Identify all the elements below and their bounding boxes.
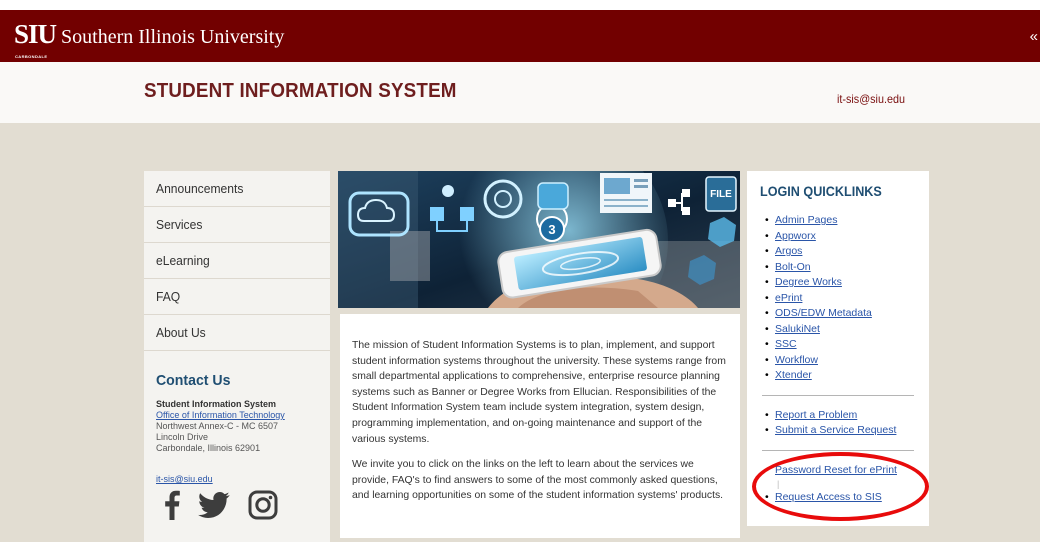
instagram-icon[interactable] [248, 490, 278, 520]
siu-logo[interactable]: SIU CARBONDALE Southern Illinois Univers… [14, 21, 285, 60]
sidebar-item-services[interactable]: Services [144, 207, 330, 243]
quicklinks-heading: LOGIN QUICKLINKS [760, 183, 882, 199]
contact-office-link[interactable]: Office of Information Technology [156, 410, 330, 421]
list-item: Bolt-On [760, 260, 915, 276]
list-item: ePrint [760, 291, 915, 307]
quicklink-salukinet[interactable]: SalukiNet [775, 323, 820, 335]
top-brand-bar: SIU CARBONDALE Southern Illinois Univers… [0, 10, 1040, 62]
facebook-icon[interactable] [164, 490, 180, 520]
collapse-icon[interactable]: « [1030, 28, 1038, 45]
contact-address-line: Lincoln Drive [156, 432, 209, 442]
list-item: SalukiNet [760, 322, 915, 338]
contact-org: Student Information System [156, 399, 277, 409]
header-email-link[interactable]: it-sis@siu.edu [837, 92, 905, 106]
invite-paragraph: We invite you to click on the links on t… [352, 459, 724, 502]
contact-email-link[interactable]: it-sis@siu.edu [156, 474, 330, 484]
page-title[interactable]: STUDENT INFORMATION SYSTEM [144, 80, 457, 103]
list-item: Report a Problem [760, 408, 915, 424]
list-item: Degree Works [760, 275, 915, 291]
mission-panel: The mission of Student Information Syste… [340, 314, 740, 538]
quicklink-argos[interactable]: Argos [775, 245, 802, 257]
list-item: Xtender [760, 368, 915, 384]
sidebar-item-about-us[interactable]: About Us [144, 315, 330, 351]
quicklink-workflow[interactable]: Workflow [775, 354, 818, 366]
sidebar-item-announcements[interactable]: Announcements [144, 171, 330, 207]
list-item: Workflow [760, 353, 915, 369]
support-links-list: Report a Problem Submit a Service Reques… [760, 408, 915, 439]
mission-paragraph: The mission of Student Information Syste… [352, 340, 726, 445]
highlight-annotation-ring [752, 452, 929, 521]
quicklink-appworx[interactable]: Appworx [775, 230, 816, 242]
sidebar: Announcements Services eLearning FAQ Abo… [144, 171, 330, 542]
quicklink-xtender[interactable]: Xtender [775, 369, 812, 381]
quicklink-ssc[interactable]: SSC [775, 338, 797, 350]
contact-heading: Contact Us [156, 372, 231, 389]
quicklink-ods-edw-metadata[interactable]: ODS/EDW Metadata [775, 307, 872, 319]
contact-address-line: Northwest Annex-C - MC 6507 [156, 421, 279, 431]
report-problem-link[interactable]: Report a Problem [775, 409, 857, 421]
list-item: Submit a Service Request [760, 423, 915, 439]
hero-image: FILE 3 [338, 171, 740, 308]
quicklink-eprint[interactable]: ePrint [775, 292, 802, 304]
service-request-link[interactable]: Submit a Service Request [775, 424, 896, 436]
file-badge-label: FILE [710, 189, 732, 200]
site-header: STUDENT INFORMATION SYSTEM it-sis@siu.ed… [0, 62, 1040, 123]
divider [762, 394, 914, 396]
list-item: Appworx [760, 229, 915, 245]
sidebar-item-elearning[interactable]: eLearning [144, 243, 330, 279]
sidebar-item-faq[interactable]: FAQ [144, 279, 330, 315]
quicklink-bolt-on[interactable]: Bolt-On [775, 261, 811, 273]
quicklink-admin-pages[interactable]: Admin Pages [775, 214, 837, 226]
list-item: SSC [760, 337, 915, 353]
number-badge-label: 3 [548, 222, 555, 237]
twitter-icon[interactable] [198, 492, 230, 518]
list-item: ODS/EDW Metadata [760, 306, 915, 322]
university-name: Southern Illinois University [61, 26, 285, 48]
quicklink-degree-works[interactable]: Degree Works [775, 276, 842, 288]
contact-block: Contact Us Student Information System Of… [144, 372, 330, 520]
divider [762, 449, 914, 451]
login-links-list: Admin Pages Appworx Argos Bolt-On Degree… [760, 213, 915, 384]
logo-mark: SIU CARBONDALE [14, 21, 57, 60]
social-links [164, 490, 330, 520]
list-item: Argos [760, 244, 915, 260]
list-item: Admin Pages [760, 213, 915, 229]
contact-address-line: Carbondale, Illinois 62901 [156, 443, 261, 453]
